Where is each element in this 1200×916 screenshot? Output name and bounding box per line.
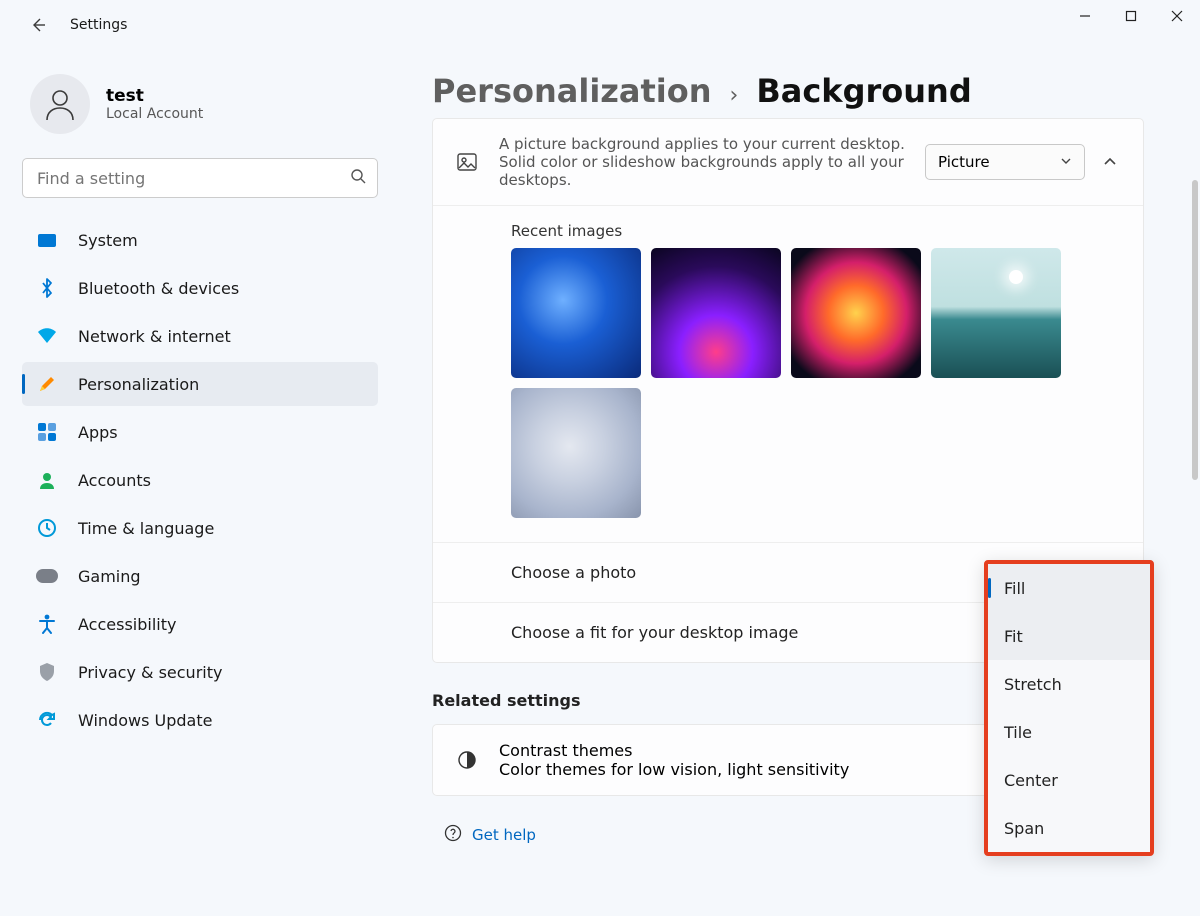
search-icon bbox=[350, 168, 366, 188]
close-icon bbox=[1171, 10, 1183, 22]
minimize-button[interactable] bbox=[1062, 0, 1108, 32]
fit-option-stretch[interactable]: Stretch bbox=[988, 660, 1150, 708]
close-button[interactable] bbox=[1154, 0, 1200, 32]
account-name: test bbox=[106, 86, 203, 106]
nav-item-privacy[interactable]: Privacy & security bbox=[22, 650, 378, 694]
collapse-button[interactable] bbox=[1103, 153, 1123, 172]
wallpaper-thumb[interactable] bbox=[651, 248, 781, 378]
help-icon bbox=[444, 824, 462, 846]
paintbrush-icon bbox=[36, 373, 58, 395]
wifi-icon bbox=[36, 325, 58, 347]
fit-option-fit[interactable]: Fit bbox=[988, 612, 1150, 660]
background-header-row[interactable]: A picture background applies to your cur… bbox=[433, 119, 1143, 205]
chevron-up-icon bbox=[1103, 154, 1117, 168]
wallpaper-thumb[interactable] bbox=[791, 248, 921, 378]
arrow-left-icon bbox=[30, 17, 46, 33]
account-type: Local Account bbox=[106, 106, 203, 122]
contrast-icon bbox=[453, 749, 481, 771]
nav: System Bluetooth & devices Network & int… bbox=[22, 218, 378, 742]
maximize-icon bbox=[1125, 10, 1137, 22]
nav-item-accounts[interactable]: Accounts bbox=[22, 458, 378, 502]
wallpaper-thumb[interactable] bbox=[931, 248, 1061, 378]
update-icon bbox=[36, 709, 58, 731]
nav-item-bluetooth[interactable]: Bluetooth & devices bbox=[22, 266, 378, 310]
account-block[interactable]: test Local Account bbox=[22, 50, 378, 158]
fit-option-tile[interactable]: Tile bbox=[988, 708, 1150, 756]
window-title: Settings bbox=[70, 17, 127, 33]
sidebar: test Local Account System Bluetooth & de… bbox=[0, 50, 400, 916]
search-input[interactable] bbox=[22, 158, 378, 198]
wallpaper-thumb[interactable] bbox=[511, 248, 641, 378]
system-icon bbox=[36, 229, 58, 251]
fit-option-center[interactable]: Center bbox=[988, 756, 1150, 804]
nav-item-time[interactable]: Time & language bbox=[22, 506, 378, 550]
wallpaper-thumb[interactable] bbox=[511, 388, 641, 518]
nav-item-accessibility[interactable]: Accessibility bbox=[22, 602, 378, 646]
background-desc: A picture background applies to your cur… bbox=[499, 135, 925, 189]
chevron-right-icon: › bbox=[730, 83, 739, 108]
nav-item-update[interactable]: Windows Update bbox=[22, 698, 378, 742]
breadcrumb: Personalization › Background bbox=[432, 72, 1144, 110]
nav-item-apps[interactable]: Apps bbox=[22, 410, 378, 454]
time-icon bbox=[36, 517, 58, 539]
image-icon bbox=[453, 151, 481, 173]
breadcrumb-current: Background bbox=[756, 72, 971, 110]
recent-images-label: Recent images bbox=[511, 222, 1123, 240]
recent-images-section: Recent images bbox=[433, 205, 1143, 542]
fit-dropdown[interactable]: Fill Fit Stretch Tile Center Span bbox=[984, 560, 1154, 856]
fit-option-fill[interactable]: Fill bbox=[988, 564, 1150, 612]
accounts-icon bbox=[36, 469, 58, 491]
breadcrumb-parent[interactable]: Personalization bbox=[432, 72, 712, 110]
gaming-icon bbox=[36, 565, 58, 587]
background-type-select[interactable]: Picture bbox=[925, 144, 1085, 180]
recent-images-grid bbox=[511, 248, 1123, 518]
nav-item-network[interactable]: Network & internet bbox=[22, 314, 378, 358]
maximize-button[interactable] bbox=[1108, 0, 1154, 32]
window-controls bbox=[1062, 0, 1200, 32]
bluetooth-icon bbox=[36, 277, 58, 299]
apps-icon bbox=[36, 421, 58, 443]
minimize-icon bbox=[1079, 10, 1091, 22]
scrollbar[interactable] bbox=[1192, 180, 1198, 480]
search-box[interactable] bbox=[22, 158, 378, 198]
chevron-down-icon bbox=[1060, 153, 1072, 171]
titlebar: Settings bbox=[0, 0, 1200, 50]
shield-icon bbox=[36, 661, 58, 683]
nav-item-personalization[interactable]: Personalization bbox=[22, 362, 378, 406]
fit-option-span[interactable]: Span bbox=[988, 804, 1150, 852]
person-icon bbox=[42, 86, 78, 122]
back-button[interactable] bbox=[22, 9, 54, 41]
avatar bbox=[30, 74, 90, 134]
nav-item-system[interactable]: System bbox=[22, 218, 378, 262]
accessibility-icon bbox=[36, 613, 58, 635]
nav-item-gaming[interactable]: Gaming bbox=[22, 554, 378, 598]
